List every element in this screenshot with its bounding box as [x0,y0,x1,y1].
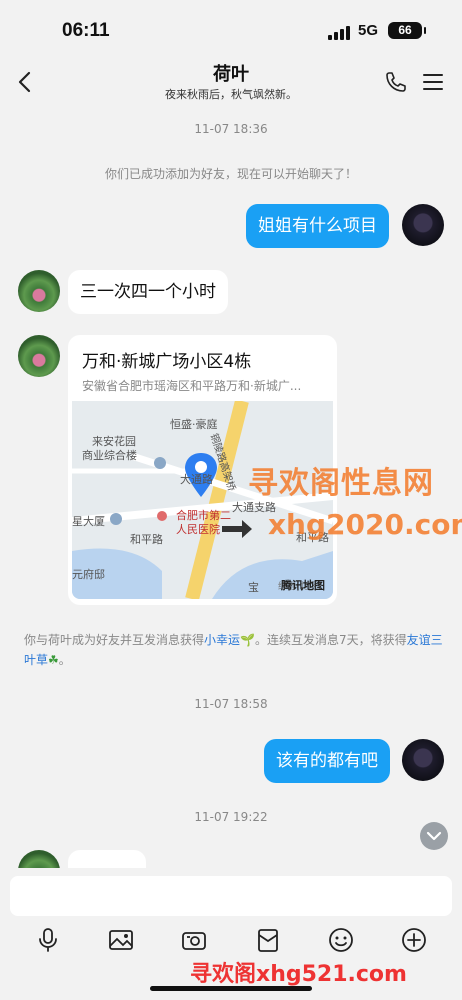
chevron-down-icon [426,831,442,841]
my-avatar[interactable] [402,739,444,781]
luck-text-mid: 。连续互发消息7天，将获得 [254,633,407,647]
map-label: 星大厦 [72,515,105,528]
mic-icon[interactable] [34,926,62,954]
sprout-icon: 🌱 [240,633,255,647]
camera-icon[interactable] [180,926,208,954]
contact-avatar[interactable] [18,335,60,377]
map-label: 人民医院 [176,523,220,536]
map-label: 恒盛·豪庭 [170,418,218,431]
menu-icon[interactable] [422,70,444,94]
map-label: 宝 [248,581,259,594]
period: 。 [58,653,71,667]
clover-icon: ☘ [48,653,59,667]
location-title: 万和·新城广场小区4栋 [82,352,252,372]
signal-icon [328,26,350,40]
map-brand: 腾讯地图 [281,579,325,592]
network-type: 5G [358,22,379,39]
luck-text-pre: 你与荷叶成为好友并互发消息获得 [24,633,205,647]
map-label: 和平路 [130,533,163,546]
outgoing-message[interactable]: 该有的都有吧 [264,739,390,783]
system-message: 你们已成功添加为好友，现在可以开始聊天了！ [104,167,357,181]
watermark-footer: 寻欢阁xhg521.com [190,962,407,987]
location-address: 安徽省合肥市瑶海区和平路万和·新城广... [82,379,302,393]
chat-header: 荷叶 夜来秋雨后，秋气飒然新。 [0,58,462,108]
map-label: 大通路 [180,473,213,486]
red-packet-icon[interactable] [254,926,282,954]
watermark-text: 寻欢阁性息网 [248,466,434,501]
battery-icon: 66 [388,22,426,39]
timestamp: 11-07 18:58 [194,697,268,711]
system-message-luck: 你与荷叶成为好友并互发消息获得小幸运🌱。连续互发消息7天，将获得友谊三叶草☘。 [24,630,444,670]
luck-link[interactable]: 小幸运 [204,633,240,647]
contact-avatar[interactable] [18,270,60,312]
incoming-message[interactable]: 三一次四一个小时 [68,270,228,314]
home-indicator [150,986,312,991]
image-icon[interactable] [107,926,135,954]
status-time: 06:11 [62,20,110,41]
watermark-url: xhg2020.com [268,508,462,541]
timestamp: 11-07 19:22 [194,810,268,824]
plus-icon[interactable] [400,926,428,954]
scroll-down-button[interactable] [420,822,448,850]
message-input[interactable] [10,876,452,916]
status-bar: 06:11 5G 66 [0,0,462,58]
outgoing-message[interactable]: 姐姐有什么项目 [246,204,389,248]
map-label: 商业综合楼 [82,449,137,462]
my-avatar[interactable] [402,204,444,246]
map-label: 元府邸 [72,568,105,581]
emoji-icon[interactable] [327,926,355,954]
timestamp: 11-07 18:36 [194,122,268,136]
phone-icon[interactable] [384,70,408,94]
